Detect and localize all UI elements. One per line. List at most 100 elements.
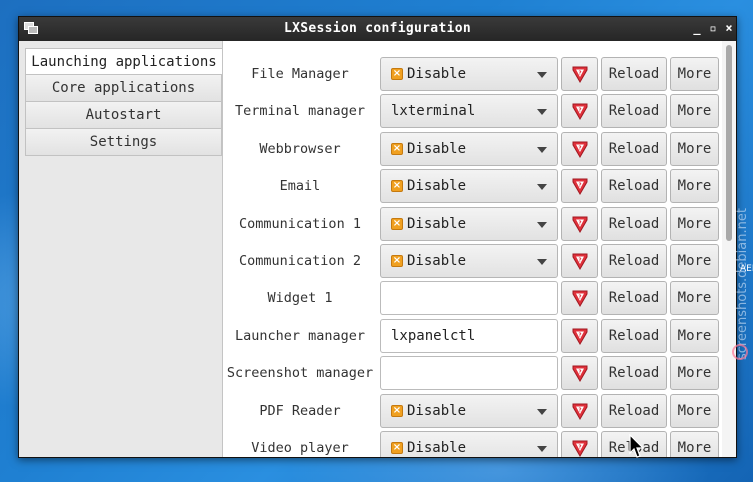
vertical-scrollbar[interactable] [722,41,736,457]
app-row: Communication 2 × Disable? Reload More [224,244,722,278]
app-command-input[interactable]: lxpanelctl [380,318,558,353]
reload-button[interactable]: Reload [601,94,667,129]
input-value: lxpanelctl [391,327,476,344]
reload-button[interactable]: Reload [601,281,667,316]
shield-icon: ? [572,178,588,196]
shield-icon: ? [572,290,588,308]
app-select-dropdown[interactable]: × Disable [380,131,558,166]
svg-text:?: ? [578,220,581,226]
svg-text:?: ? [578,183,581,189]
minimize-button[interactable]: _ [690,20,704,36]
app-row-label: PDF Reader [259,402,341,419]
reload-button[interactable]: Reload [601,356,667,391]
more-button[interactable]: More [670,131,719,166]
reload-button[interactable]: Reload [601,318,667,353]
application-settings-panel: File Manager × Disable? Reload More Terminal … [224,41,722,457]
svg-text:?: ? [578,108,581,114]
more-button[interactable]: More [670,169,719,204]
security-shield-button[interactable]: ? [561,431,598,457]
security-shield-button[interactable]: ? [561,169,598,204]
reload-button[interactable]: Reload [601,206,667,241]
disable-icon: × [391,180,403,193]
app-command-input[interactable] [380,281,558,316]
more-button[interactable]: More [670,281,719,316]
tab-launching-applications[interactable]: Launching applications [25,48,222,76]
dropdown-value: Disable [407,140,467,157]
more-button[interactable]: More [670,431,719,457]
chevron-down-icon [537,408,547,415]
app-row: Video player×Disable?ReloadMore [224,431,722,457]
more-button[interactable]: More [670,94,719,129]
security-shield-button[interactable]: ? [561,356,598,391]
more-button[interactable]: More [670,57,719,91]
disable-icon: × [391,404,403,417]
reload-button[interactable]: Reload [601,131,667,166]
svg-text:?: ? [578,258,581,264]
app-select-dropdown[interactable]: × Disable [380,393,558,428]
app-row-label: Terminal manager [234,103,366,120]
shield-icon: ? [572,141,588,158]
app-select-dropdown[interactable]: lxterminal [380,94,558,129]
chevron-down-icon [537,446,547,452]
window-title: LXSession configuration [284,21,471,36]
more-button[interactable]: More [670,318,719,353]
tab-settings[interactable]: Settings [25,128,222,156]
lxsession-config-window: LXSession configuration _ ▫ × Launching … [18,16,737,458]
window-titlebar[interactable]: LXSession configuration _ ▫ × [19,17,736,41]
mouse-cursor-icon [629,434,645,458]
app-row: File Manager × Disable? Reload More [224,57,722,91]
shield-icon: ? [572,328,588,345]
more-button[interactable]: More [670,206,719,241]
security-shield-button[interactable]: ? [561,94,598,129]
shield-icon: ? [572,253,588,270]
svg-text:?: ? [578,145,581,151]
reload-button[interactable]: Reload [601,169,667,204]
shield-icon: ? [572,403,588,420]
shield-icon: ? [572,440,588,457]
svg-text:?: ? [578,332,581,338]
app-row-label: Webbrowser [259,140,341,157]
app-row: Screenshot manager? Reload More [224,356,722,391]
security-shield-button[interactable]: ? [561,244,598,278]
app-row-label: Video player [251,440,349,456]
tab-autostart[interactable]: Autostart [25,101,222,129]
app-row-label: File Manager [251,66,349,82]
svg-text:?: ? [578,295,581,301]
security-shield-button[interactable]: ? [561,206,598,241]
dropdown-value: Disable [407,253,467,269]
security-shield-button[interactable]: ? [561,131,598,166]
chevron-down-icon [537,109,547,116]
dropdown-value: Disable [407,440,467,456]
security-shield-button[interactable]: ? [561,393,598,428]
reload-button[interactable]: Reload [601,57,667,91]
reload-button[interactable]: Reload [601,393,667,428]
app-row: Terminal manager lxterminal? Reload More [224,94,722,129]
chevron-down-icon [537,259,547,265]
shield-icon: ? [572,365,588,383]
more-button[interactable]: More [670,393,719,428]
app-command-input[interactable] [380,356,558,391]
scrollbar-thumb[interactable] [726,45,732,241]
chevron-down-icon [537,72,547,78]
more-button[interactable]: More [670,244,719,278]
shield-icon: ? [572,103,588,121]
disable-icon: × [391,217,403,230]
svg-text:?: ? [578,407,581,413]
more-button[interactable]: More [670,356,719,391]
shield-icon: ? [572,216,588,233]
app-select-dropdown[interactable]: × Disable [380,169,558,204]
app-select-dropdown[interactable]: × Disable [380,57,558,91]
app-row-label: Launcher manager [234,327,366,344]
tab-core-applications[interactable]: Core applications [25,74,222,102]
security-shield-button[interactable]: ? [561,57,598,91]
reload-button[interactable]: Reload [601,244,667,278]
security-shield-button[interactable]: ? [561,318,598,353]
maximize-button[interactable]: ▫ [706,20,720,36]
app-select-dropdown[interactable]: × Disable [380,244,558,278]
app-row-label: Screenshot manager [226,365,374,382]
app-select-dropdown[interactable]: × Disable [380,206,558,241]
app-select-dropdown[interactable]: × Disable [380,431,558,457]
close-button[interactable]: × [722,20,736,36]
watermark-logo-icon [732,344,748,360]
security-shield-button[interactable]: ? [561,281,598,316]
